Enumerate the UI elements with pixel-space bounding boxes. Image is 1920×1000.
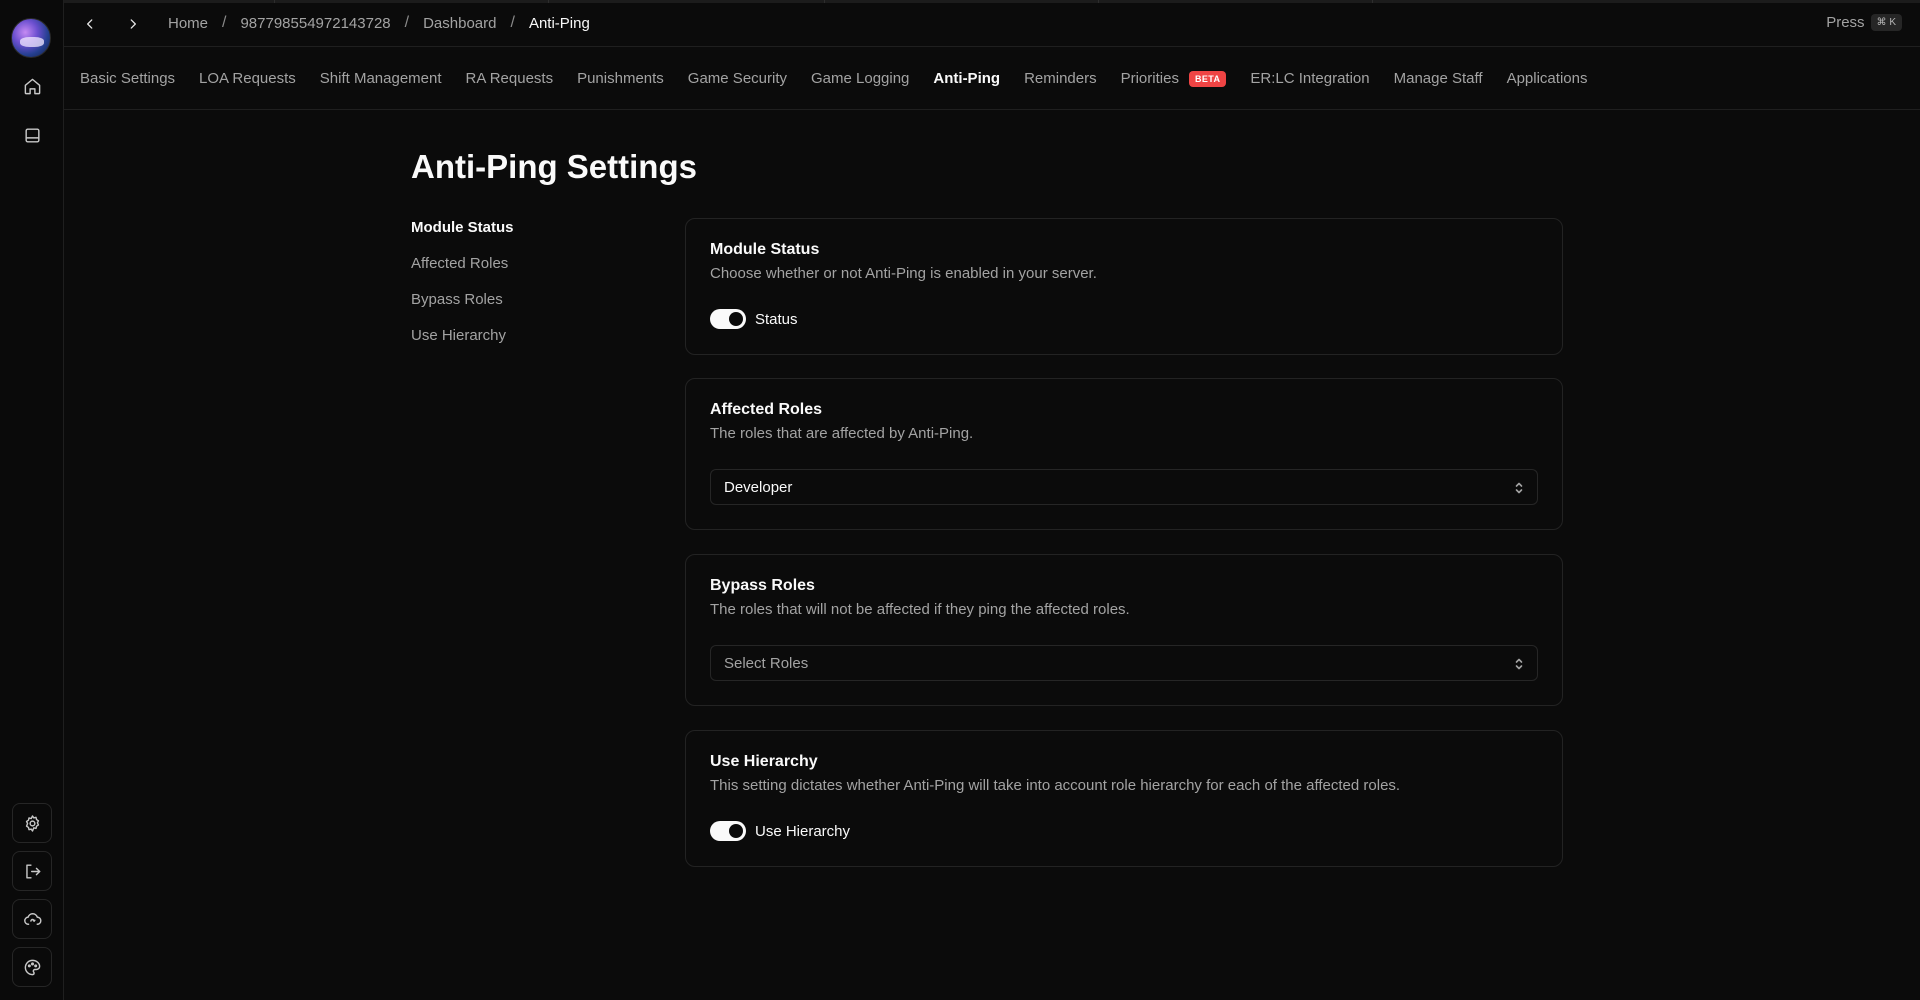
tab-manage-staff[interactable]: Manage Staff <box>1394 70 1483 87</box>
breadcrumb-server-id[interactable]: 987798554972143728 <box>240 15 390 32</box>
command-hint[interactable]: Press ⌘ K <box>1826 14 1902 31</box>
chevron-right-icon <box>130 19 136 29</box>
breadcrumb-current: Anti-Ping <box>528 14 590 32</box>
page-title: Anti-Ping Settings <box>411 148 697 185</box>
tab-priorities[interactable]: Priorities BETA <box>1121 70 1227 87</box>
use-hierarchy-toggle[interactable] <box>710 821 746 841</box>
app-window: Home / 987798554972143728 / Dashboard / … <box>0 0 1920 1000</box>
breadcrumb-separator: / <box>404 14 410 31</box>
section-nav-use-hierarchy[interactable]: Use Hierarchy <box>411 326 514 362</box>
tab-basic-settings[interactable]: Basic Settings <box>80 70 175 87</box>
section-nav-bypass-roles[interactable]: Bypass Roles <box>411 290 514 326</box>
back-button[interactable] <box>78 12 102 36</box>
tab-punishments[interactable]: Punishments <box>577 70 664 87</box>
chevrons-up-down-icon <box>1514 657 1524 671</box>
card-description: Choose whether or not Anti-Ping is enabl… <box>710 265 1097 282</box>
panel-icon[interactable] <box>12 115 52 155</box>
hierarchy-toggle-row[interactable]: Use Hierarchy <box>710 821 850 841</box>
gear-icon[interactable] <box>12 803 52 843</box>
section-nav-module-status[interactable]: Module Status <box>411 218 514 254</box>
tab-reminders[interactable]: Reminders <box>1024 70 1097 87</box>
card-description: The roles that will not be affected if t… <box>710 601 1130 618</box>
affected-roles-card: Affected Roles The roles that are affect… <box>685 378 1563 530</box>
beta-badge: BETA <box>1188 70 1227 87</box>
bypass-roles-select[interactable]: Select Roles <box>710 645 1538 681</box>
tab-erlc-integration[interactable]: ER:LC Integration <box>1250 70 1369 87</box>
bypass-roles-card: Bypass Roles The roles that will not be … <box>685 554 1563 706</box>
section-nav-affected-roles[interactable]: Affected Roles <box>411 254 514 290</box>
card-title: Affected Roles <box>710 401 823 418</box>
server-avatar[interactable] <box>11 18 51 58</box>
tab-anti-ping[interactable]: Anti-Ping <box>933 70 1000 87</box>
card-title: Use Hierarchy <box>710 753 818 770</box>
bypass-roles-placeholder: Select Roles <box>724 654 809 672</box>
breadcrumb-dashboard[interactable]: Dashboard <box>423 15 496 32</box>
tab-strip <box>64 0 1920 3</box>
chevrons-up-down-icon <box>1514 481 1524 495</box>
section-nav: Module Status Affected Roles Bypass Role… <box>411 218 514 362</box>
affected-roles-select[interactable]: Developer <box>710 469 1538 505</box>
card-title: Bypass Roles <box>710 577 815 594</box>
cloud-sync-icon[interactable] <box>12 899 52 939</box>
tab-shift-management[interactable]: Shift Management <box>320 70 442 87</box>
card-description: The roles that are affected by Anti-Ping… <box>710 425 974 442</box>
tab-applications[interactable]: Applications <box>1507 70 1588 87</box>
icon-rail <box>0 0 64 1000</box>
settings-tabs: Basic Settings LOA Requests Shift Manage… <box>64 48 1920 110</box>
tab-priorities-label: Priorities <box>1120 70 1179 87</box>
breadcrumb-home[interactable]: Home <box>168 15 208 32</box>
tab-game-security[interactable]: Game Security <box>688 70 787 87</box>
tab-ra-requests[interactable]: RA Requests <box>466 70 554 87</box>
home-icon[interactable] <box>12 66 52 106</box>
card-title: Module Status <box>710 241 820 258</box>
module-status-card: Module Status Choose whether or not Anti… <box>685 218 1563 355</box>
use-hierarchy-toggle-label: Use Hierarchy <box>755 822 851 840</box>
tab-game-logging[interactable]: Game Logging <box>811 70 909 87</box>
command-shortcut: ⌘ K <box>1870 14 1902 31</box>
forward-button[interactable] <box>121 12 145 36</box>
card-description: This setting dictates whether Anti-Ping … <box>710 777 1401 794</box>
breadcrumb-separator: / <box>510 14 515 31</box>
tab-loa-requests[interactable]: LOA Requests <box>199 70 296 87</box>
top-bar: Home / 987798554972143728 / Dashboard / … <box>64 0 1920 47</box>
status-toggle-label: Status <box>755 310 798 328</box>
palette-icon[interactable] <box>12 947 52 987</box>
chevron-left-icon <box>87 19 93 29</box>
breadcrumb-separator: / <box>222 14 227 31</box>
use-hierarchy-card: Use Hierarchy This setting dictates whet… <box>685 730 1563 867</box>
breadcrumb: Home / 987798554972143728 / Dashboard / … <box>168 14 590 32</box>
status-toggle-row[interactable]: Status <box>710 309 798 329</box>
command-hint-label: Press <box>1826 14 1865 31</box>
status-toggle[interactable] <box>710 309 746 329</box>
logout-icon[interactable] <box>12 851 52 891</box>
affected-roles-value: Developer <box>724 478 793 496</box>
